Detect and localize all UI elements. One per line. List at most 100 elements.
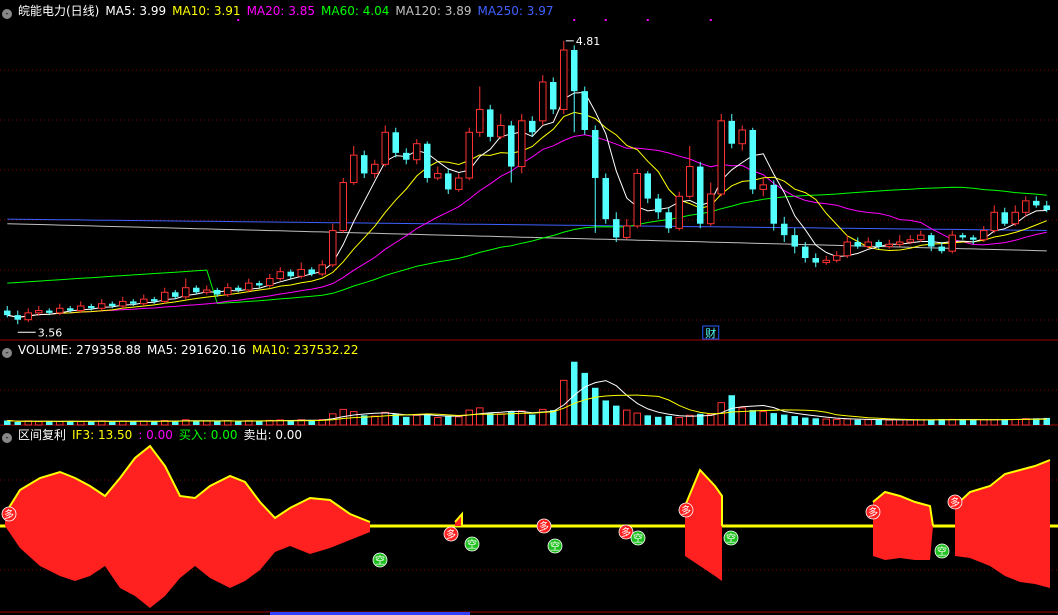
candle-body [832,255,841,261]
volume-bar [665,416,673,425]
candle-body [644,173,652,199]
volume-bar [749,410,757,425]
buy-signal-label: 多 [621,526,631,539]
volume-bar [496,413,505,426]
ma10-line [7,111,1047,318]
volume-bar [444,416,452,425]
candle-body [392,132,400,153]
candle-body [223,287,232,296]
candle-body [959,235,967,238]
sell-signal-label: 空 [726,532,736,545]
volume-bar [34,421,43,426]
signal-band [873,492,933,560]
candle-body [465,131,474,179]
candle-body [591,130,599,178]
volume-bar [454,416,463,426]
candle-body [475,108,484,133]
volume-bar [87,421,95,425]
candle-body [181,287,190,298]
candle-body [706,193,715,225]
volume-ma5-line [7,380,1047,423]
candle-body [854,242,862,247]
volume-bar [14,422,22,425]
candle-body [87,306,95,309]
candle-body [55,307,64,314]
candle-body [412,143,421,161]
candle-body [948,234,957,252]
candle-body [360,155,368,174]
volume-bar [412,414,421,426]
candle-body [538,81,547,122]
candle-body [759,184,768,190]
volume-bar [108,421,116,425]
candle-body [213,290,221,295]
candle-body [685,166,694,197]
candle-body [990,211,999,232]
top-dot [604,19,607,21]
candle-body [633,172,642,227]
volume-bar [895,419,904,426]
buy-signal-label: 多 [681,504,691,517]
candle-body [265,278,274,286]
buy-signal-label: 多 [4,508,14,521]
candle-body [444,173,452,190]
candle-body [1001,212,1009,224]
volume-bar [602,400,610,425]
buy-signal-label: 多 [868,506,878,519]
volume-bar [770,413,778,425]
volume-bar [875,419,883,425]
ma20-line [7,134,1047,318]
volume-bar [759,411,768,426]
volume-bar [475,407,484,426]
candle-body [150,299,158,302]
buy-signal-label: 多 [950,496,960,509]
candle-body [749,130,757,190]
volume-bar [854,419,862,425]
volume-bar [927,419,935,425]
candle-body [297,268,306,277]
candle-body [402,152,410,160]
candle-body [370,163,379,174]
candle-body [34,310,43,314]
volume-bar [675,417,684,426]
candle-body [3,310,11,316]
volume-bar [465,409,474,426]
candle-body [1032,200,1040,206]
candle-body [202,289,211,293]
volume-bar [948,418,957,426]
volume-bar [202,420,211,426]
candle-body [549,82,557,110]
candle-body [895,241,904,245]
volume-bar [959,419,967,425]
volume-bar [402,416,410,425]
candle-body [139,298,148,305]
candle-body [118,300,127,307]
volume-bar [423,414,431,425]
candle-body [938,246,946,252]
volume-bar [433,417,442,426]
volume-bar [591,387,599,425]
volume-bar [969,419,977,425]
volume-bar [990,419,999,426]
volume-bar [685,414,694,426]
chart-area[interactable]: 4.813.56 财多多空多空多空空多空多空多 [0,0,1058,615]
buy-signal-label: 多 [539,520,549,533]
volume-bar [234,421,242,425]
volume-ma10-line [7,394,1047,422]
volume-bar [885,419,894,426]
candle-body [969,237,977,240]
candle-body [192,287,200,293]
candle-body [780,223,788,236]
candle-body [486,109,494,137]
candle-body [433,172,442,179]
top-dot [573,19,576,21]
candle-body [14,315,22,320]
volume-bar [843,418,852,426]
volume-bar [3,420,11,425]
candle-body [738,129,747,145]
candle-body [570,50,578,92]
candle-body [76,305,85,312]
volume-bar [916,419,925,426]
candle-body [255,283,263,286]
signal-band [955,460,1050,588]
